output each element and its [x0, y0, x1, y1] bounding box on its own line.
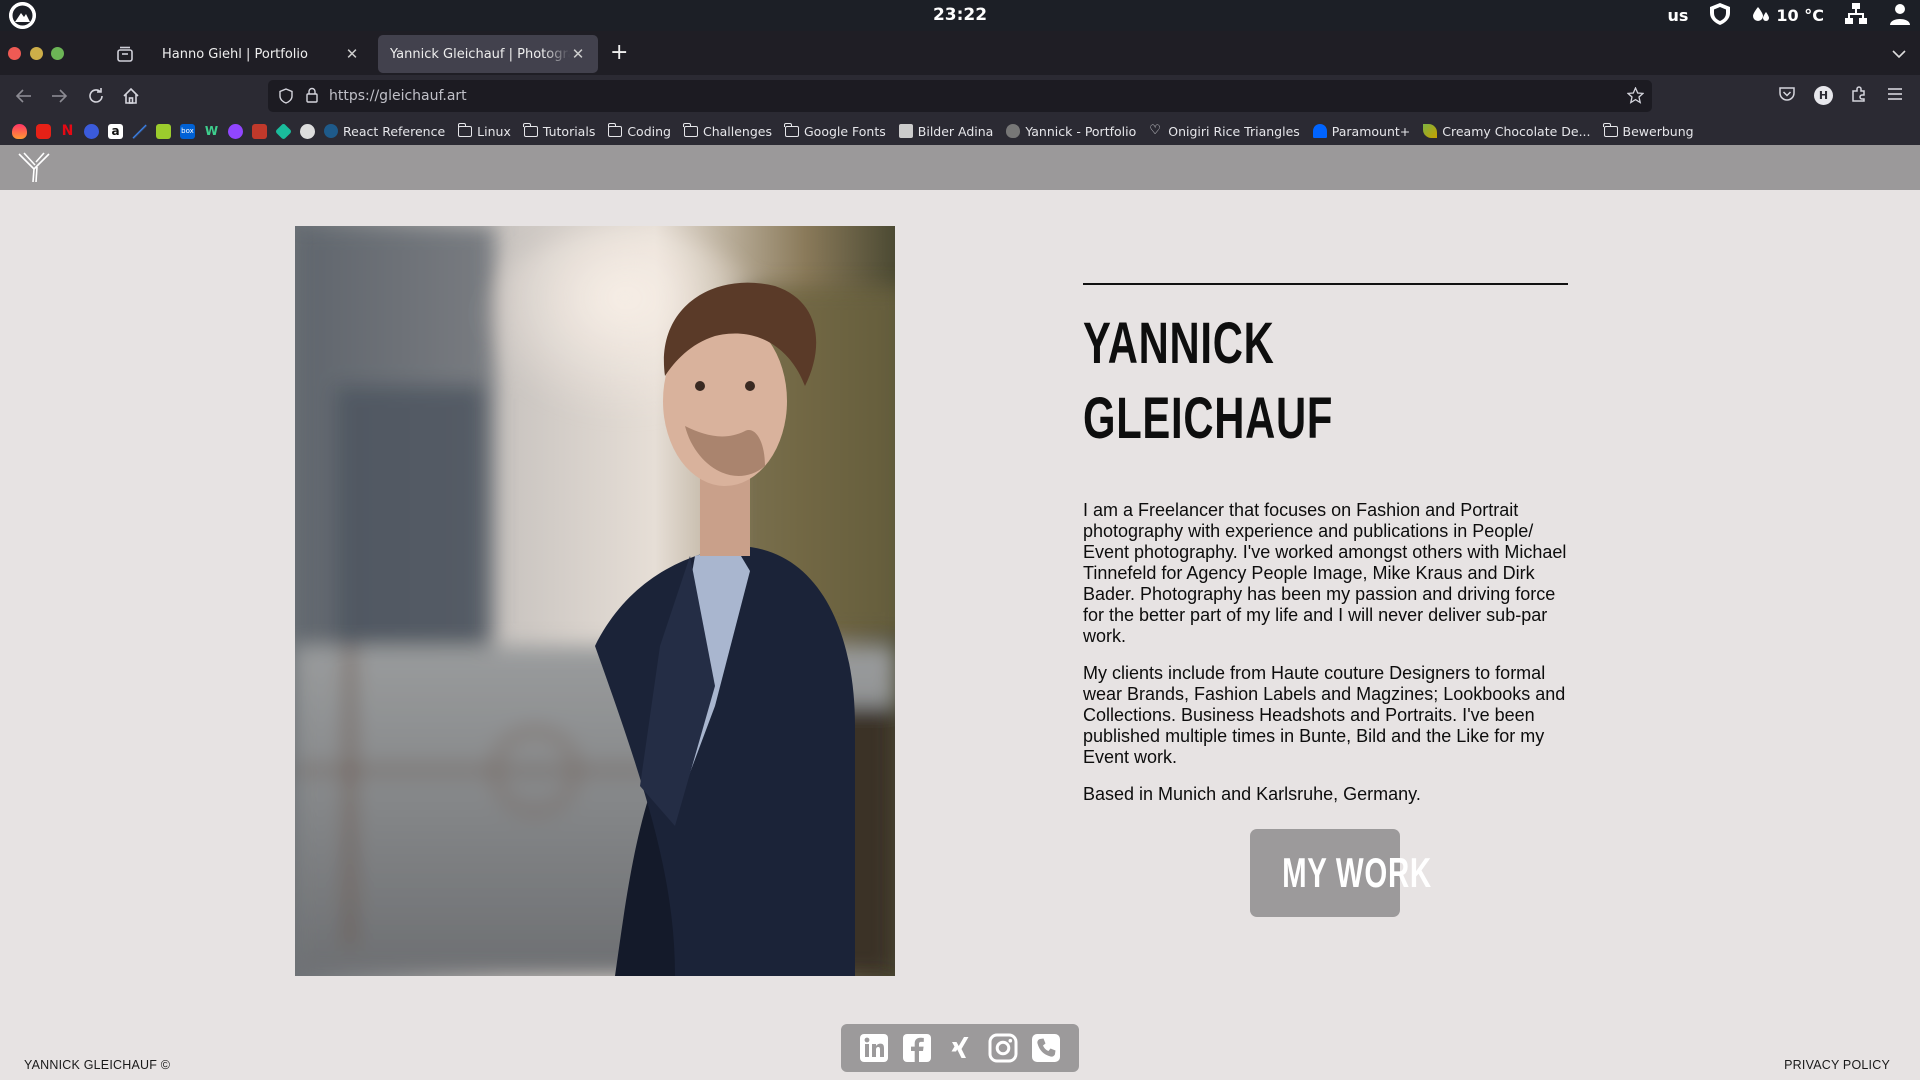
site-main: YANNICK GLEICHAUF I am a Freelancer that… — [0, 190, 1920, 1080]
network-icon[interactable] — [1844, 2, 1868, 30]
folder-icon — [683, 122, 698, 137]
clock[interactable]: 23:22 — [0, 5, 1920, 25]
bookmark-favicon-icon[interactable] — [156, 123, 171, 139]
weather-temperature: 10 °C — [1776, 6, 1824, 25]
window-maximize-button[interactable] — [51, 47, 64, 60]
amazon-icon[interactable]: a — [108, 123, 123, 139]
github-icon[interactable] — [300, 123, 315, 139]
bookmark-onigiri[interactable]: ♡ Onigiri Rice Triangles — [1149, 124, 1300, 139]
my-work-label: MY WORK — [1282, 849, 1432, 896]
pocket-icon[interactable] — [1778, 85, 1798, 105]
home-icon[interactable] — [122, 87, 140, 105]
tab-label: Hanno Giehl | Portfolio — [162, 46, 308, 62]
box-icon[interactable]: box — [180, 123, 195, 139]
image-icon — [898, 124, 913, 138]
divider — [1083, 283, 1568, 285]
social-links-bar — [841, 1024, 1079, 1072]
portrait-photo — [295, 226, 895, 976]
page-title-first-name: YANNICK — [1083, 311, 1275, 376]
extensions-icon[interactable] — [1850, 85, 1870, 105]
youtube-icon[interactable] — [36, 123, 51, 139]
chevron-down-icon[interactable] — [1892, 46, 1906, 64]
bookmark-yannick-portfolio[interactable]: Yannick - Portfolio — [1006, 124, 1136, 139]
page-title-last-name: GLEICHAUF — [1083, 386, 1334, 451]
footer-copyright: YANNICK GLEICHAUF © — [24, 1058, 171, 1072]
phone-icon[interactable] — [1031, 1033, 1061, 1063]
window-close-button[interactable] — [8, 47, 21, 60]
paramount-icon — [1312, 124, 1327, 138]
about-paragraph: Based in Munich and Karlsruhe, Germany. — [1083, 784, 1421, 804]
bookmark-favicon-icon[interactable] — [12, 123, 27, 139]
keyboard-layout[interactable]: us — [1668, 6, 1689, 25]
bookmark-favicon-icon[interactable] — [228, 123, 243, 139]
about-paragraph: My clients include from Haute couture De… — [1083, 663, 1566, 767]
tab-overview-icon[interactable] — [116, 45, 134, 63]
folder-icon — [784, 122, 799, 137]
bookmark-tutorials[interactable]: Tutorials — [523, 122, 595, 139]
globe-icon — [324, 124, 338, 138]
url-bar[interactable]: https://gleichauf.art — [268, 80, 1652, 112]
site-header — [0, 145, 1920, 190]
bookmark-favicon-icon[interactable] — [275, 122, 292, 140]
facebook-icon[interactable] — [902, 1033, 932, 1063]
instagram-icon[interactable] — [988, 1033, 1018, 1063]
folder-icon — [457, 122, 473, 137]
folder-icon — [607, 122, 623, 137]
bookmark-creamy-chocolate[interactable]: Creamy Chocolate De... — [1423, 124, 1591, 139]
lock-icon[interactable] — [304, 87, 320, 108]
bookmark-favicon-icon[interactable]: W — [204, 123, 219, 139]
tab-hanno-portfolio[interactable]: Hanno Giehl | Portfolio ✕ — [150, 35, 372, 73]
bookmark-challenges[interactable]: Challenges — [683, 122, 772, 139]
bookmark-paramount[interactable]: Paramount+ — [1312, 124, 1410, 139]
url-text[interactable]: https://gleichauf.art — [329, 88, 467, 104]
folder-icon — [523, 122, 538, 137]
os-top-bar: 23:22 us 10 °C — [0, 0, 1920, 31]
about-text: I am a Freelancer that focuses on Fashio… — [1083, 500, 1568, 821]
privacy-policy-link[interactable]: PRIVACY POLICY — [1784, 1058, 1890, 1072]
bookmarks-bar: N a box W React Reference Linux Tutorial… — [0, 117, 1920, 145]
tracking-shield-icon[interactable] — [278, 88, 294, 109]
bookmark-favicon-icon[interactable] — [84, 123, 99, 139]
apple-icon — [1006, 124, 1021, 138]
my-work-button[interactable]: MY WORK — [1250, 829, 1431, 917]
tab-label: Yannick Gleichauf | Photography — [390, 46, 570, 62]
back-arrow-icon[interactable] — [15, 87, 33, 105]
about-paragraph: I am a Freelancer that focuses on Fashio… — [1083, 500, 1567, 646]
window-minimize-button[interactable] — [30, 47, 43, 60]
bookmark-react-reference[interactable]: React Reference — [324, 124, 445, 139]
xing-icon[interactable] — [945, 1033, 975, 1063]
bookmark-bilder-adina[interactable]: Bilder Adina — [898, 124, 993, 139]
leaf-icon — [1423, 124, 1438, 138]
close-icon[interactable]: ✕ — [570, 45, 586, 63]
bookmark-bewerbung[interactable]: Bewerbung — [1603, 122, 1694, 139]
site-logo-icon[interactable] — [17, 151, 51, 184]
netflix-icon[interactable]: N — [60, 123, 75, 139]
weather-drops-icon — [1752, 4, 1772, 28]
bookmark-google-fonts[interactable]: Google Fonts — [784, 122, 886, 139]
bookmark-favicon-icon[interactable] — [132, 123, 147, 139]
heart-icon: ♡ — [1149, 123, 1161, 138]
shield-icon[interactable] — [1708, 2, 1732, 30]
bookmark-linux[interactable]: Linux — [457, 122, 511, 139]
tab-yannick-photography[interactable]: Yannick Gleichauf | Photography ✕ — [378, 35, 598, 73]
folder-icon — [1603, 122, 1618, 137]
forward-arrow-icon[interactable] — [50, 87, 68, 105]
reload-icon[interactable] — [87, 87, 105, 105]
bookmark-star-icon[interactable] — [1626, 86, 1645, 109]
weather-widget[interactable]: 10 °C — [1752, 4, 1824, 28]
close-icon[interactable]: ✕ — [344, 45, 360, 63]
browser-nav-bar: https://gleichauf.art H — [0, 75, 1920, 117]
bookmark-coding[interactable]: Coding — [607, 122, 671, 139]
user-icon[interactable] — [1888, 2, 1912, 30]
account-avatar[interactable]: H — [1814, 86, 1833, 105]
system-tray: us 10 °C — [1668, 0, 1913, 31]
bookmark-favicon-icon[interactable] — [252, 123, 267, 139]
menu-icon[interactable] — [1886, 85, 1906, 105]
new-tab-button[interactable]: + — [610, 42, 628, 64]
linkedin-icon[interactable] — [859, 1033, 889, 1063]
